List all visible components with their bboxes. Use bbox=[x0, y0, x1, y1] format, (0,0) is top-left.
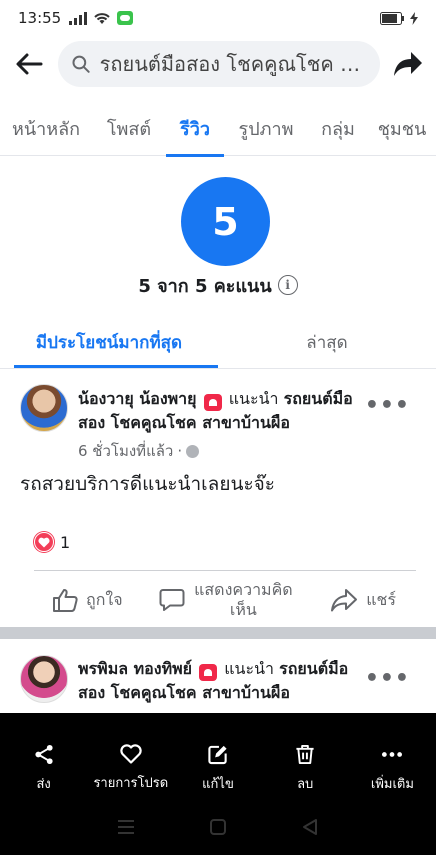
more-button[interactable]: เพิ่มเติม bbox=[349, 744, 436, 794]
info-icon[interactable]: i bbox=[277, 275, 298, 295]
reaction-summary[interactable]: 1 bbox=[34, 532, 70, 552]
line-app-icon bbox=[117, 11, 134, 25]
share-arrow-outline-icon bbox=[331, 589, 358, 612]
heart-reaction-icon bbox=[34, 532, 54, 552]
recommend-word: แนะนำ bbox=[224, 659, 274, 678]
sort-tab-latest[interactable]: ล่าสุด bbox=[218, 316, 436, 368]
delete-button[interactable]: ลบ bbox=[262, 744, 349, 794]
edit-button[interactable]: แก้ไข bbox=[174, 744, 261, 794]
globe-icon bbox=[186, 444, 200, 458]
sort-tab-most-helpful[interactable]: มีประโยชน์มากที่สุด bbox=[0, 316, 218, 368]
page-name-2[interactable]: สอง โชคคูณโชค สาขาบ้านผือ bbox=[78, 683, 290, 702]
search-input[interactable]: รถยนต์มือสอง โชคคูณโชค ส... bbox=[58, 41, 380, 87]
back-triangle-icon[interactable] bbox=[301, 818, 319, 836]
reaction-count: 1 bbox=[60, 532, 71, 552]
wifi-icon bbox=[94, 13, 110, 24]
trash-icon bbox=[296, 744, 314, 765]
home-icon[interactable] bbox=[209, 818, 227, 836]
top-bar: รถยนต์มือสอง โชคคูณโชค ส... bbox=[0, 36, 436, 92]
review-header-text: น้องวายุ น้องพายุ แนะนำ รถยนต์มือ สอง โช… bbox=[78, 387, 368, 434]
like-button[interactable]: ถูกใจ bbox=[52, 588, 123, 613]
share-arrow-icon bbox=[394, 52, 422, 76]
send-label: ส่ง bbox=[36, 777, 51, 792]
back-button[interactable] bbox=[0, 36, 58, 92]
share-label: แชร์ bbox=[366, 589, 396, 609]
sort-tabs: มีประโยชน์มากที่สุด ล่าสุด bbox=[0, 316, 436, 368]
review-meta: 6 ชั่วโมงที่แล้ว · bbox=[78, 439, 200, 463]
like-label: ถูกใจ bbox=[86, 589, 123, 609]
review-time[interactable]: 6 ชั่วโมงที่แล้ว bbox=[78, 439, 173, 463]
page-name-1[interactable]: รถยนต์มือ bbox=[279, 659, 348, 678]
tab-label: รูปภาพ bbox=[238, 118, 294, 140]
avatar[interactable] bbox=[20, 655, 68, 703]
meta-dot: · bbox=[177, 442, 183, 460]
share-button[interactable]: แชร์ bbox=[330, 588, 396, 613]
more-options-button[interactable]: ••• bbox=[365, 393, 410, 418]
section-separator bbox=[0, 627, 436, 639]
status-icons bbox=[69, 11, 134, 25]
edit-icon bbox=[208, 745, 227, 765]
comment-icon bbox=[159, 589, 185, 611]
comment-label-line2: เห็น bbox=[229, 600, 257, 619]
send-button[interactable]: ส่ง bbox=[0, 744, 87, 794]
avatar[interactable] bbox=[20, 384, 68, 432]
recommend-icon bbox=[203, 394, 222, 411]
search-text: รถยนต์มือสอง โชคคูณโชค ส... bbox=[99, 52, 366, 76]
thumbs-up-icon bbox=[53, 589, 78, 612]
battery-icon bbox=[380, 11, 404, 25]
favorites-label: รายการโปรด bbox=[93, 776, 169, 791]
battery-group bbox=[380, 11, 418, 25]
rating-circle: 5 bbox=[181, 177, 270, 266]
share-page-button[interactable] bbox=[380, 36, 436, 92]
comment-label: แสดงความคิด เห็น bbox=[193, 580, 293, 620]
divider bbox=[0, 368, 436, 369]
divider bbox=[34, 570, 416, 571]
tab-groups[interactable]: กลุ่ม bbox=[308, 100, 368, 156]
page-name-1[interactable]: รถยนต์มือ bbox=[284, 389, 353, 408]
tab-posts[interactable]: โพสต์ bbox=[92, 100, 166, 156]
tab-label: หน้าหลัก bbox=[11, 118, 81, 140]
heart-outline-icon bbox=[120, 744, 142, 764]
rating-summary: 5 จาก 5 คะแนน i bbox=[0, 272, 436, 298]
menu-icon[interactable] bbox=[117, 819, 135, 835]
bottom-action-menu: ส่ง รายการโปรด แก้ไข ลบ เพิ่มเติม bbox=[0, 744, 436, 794]
review-actions: ถูกใจ แสดงความคิด เห็น แชร์ bbox=[34, 572, 416, 628]
more-dots-icon bbox=[382, 752, 403, 757]
system-nav-bar bbox=[0, 812, 436, 842]
tab-label: ชุมชน bbox=[377, 118, 427, 140]
comment-button[interactable]: แสดงความคิด เห็น bbox=[159, 580, 293, 620]
signal-icon bbox=[69, 11, 88, 25]
delete-label: ลบ bbox=[297, 777, 314, 792]
more-options-button[interactable]: ••• bbox=[365, 666, 410, 691]
arrow-left-icon bbox=[16, 53, 43, 75]
search-icon bbox=[72, 55, 90, 73]
edit-label: แก้ไข bbox=[202, 777, 234, 792]
favorites-button[interactable]: รายการโปรด bbox=[87, 744, 174, 794]
rating-summary-text: 5 จาก 5 คะแนน bbox=[138, 275, 272, 297]
status-time: 13:55 bbox=[18, 9, 62, 27]
tab-label: รีวิว bbox=[180, 118, 210, 140]
tab-community[interactable]: ชุมชน bbox=[368, 100, 436, 156]
tab-home[interactable]: หน้าหลัก bbox=[0, 100, 92, 156]
tab-label: โพสต์ bbox=[106, 118, 152, 140]
tab-photos[interactable]: รูปภาพ bbox=[224, 100, 308, 156]
recommend-icon bbox=[199, 664, 218, 681]
review-author[interactable]: พรพิมล ทองทิพย์ bbox=[78, 659, 192, 678]
share-nodes-icon bbox=[35, 744, 53, 765]
page-name-2[interactable]: สอง โชคคูณโชค สาขาบ้านผือ bbox=[78, 413, 290, 432]
review-text: รถสวยบริการดีแนะนำเลยนะจ๊ะ bbox=[20, 473, 275, 495]
recommend-word: แนะนำ bbox=[228, 389, 279, 408]
page-tabs: หน้าหลัก โพสต์ รีวิว รูปภาพ กลุ่ม ชุมชน bbox=[0, 100, 436, 157]
charging-icon bbox=[410, 11, 418, 25]
tab-reviews[interactable]: รีวิว bbox=[166, 100, 224, 157]
review-header-text: พรพิมล ทองทิพย์ แนะนำ รถยนต์มือ สอง โชคค… bbox=[78, 657, 368, 704]
review-author[interactable]: น้องวายุ น้องพายุ bbox=[78, 389, 197, 408]
comment-label-line1: แสดงความคิด bbox=[194, 580, 293, 599]
tab-label: กลุ่ม bbox=[321, 118, 355, 140]
more-label: เพิ่มเติม bbox=[370, 777, 414, 792]
status-bar: 13:55 bbox=[0, 0, 436, 36]
